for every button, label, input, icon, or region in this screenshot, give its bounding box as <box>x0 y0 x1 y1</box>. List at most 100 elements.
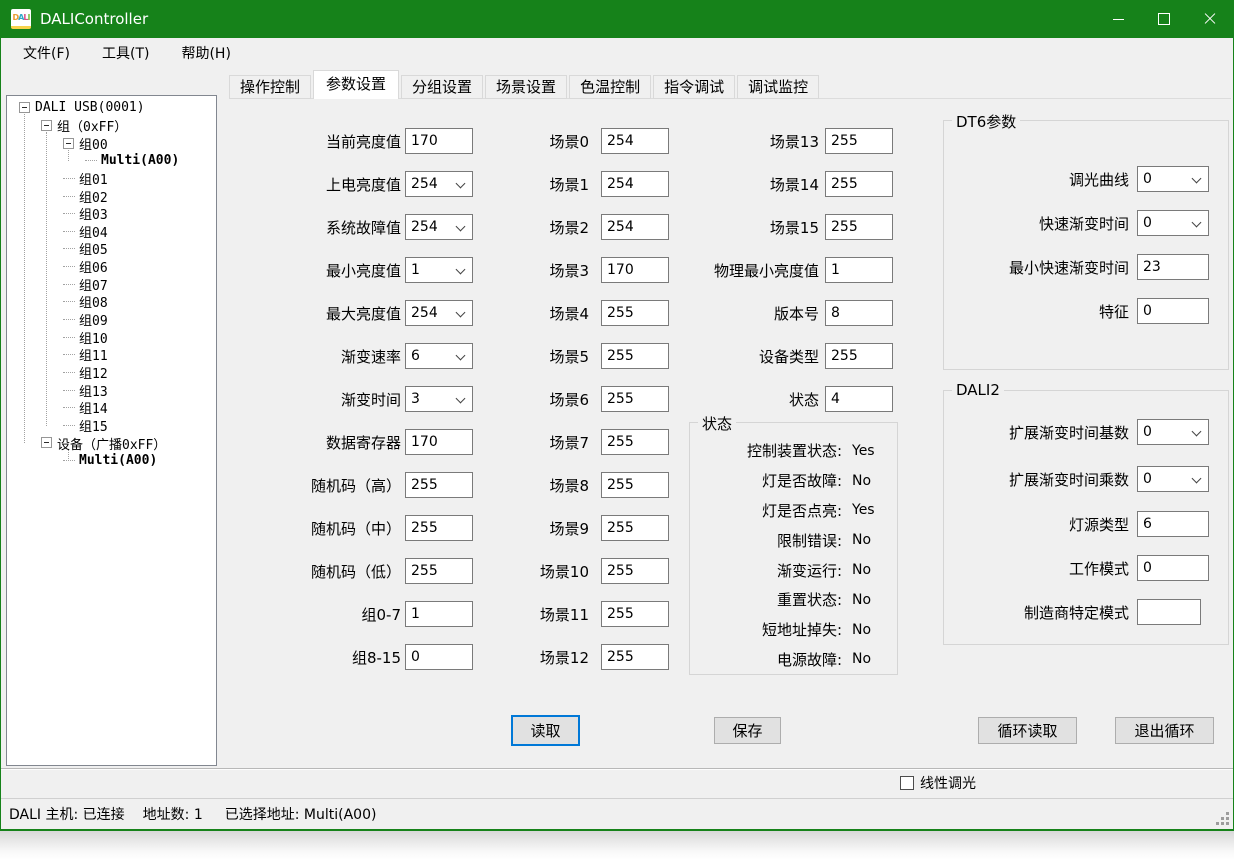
tree-item[interactable]: 组08 <box>7 293 216 311</box>
form-column-basic: 当前亮度值上电亮度值254系统故障值254最小亮度值1最大亮度值254渐变速率6… <box>269 128 473 687</box>
tree-connector <box>63 301 75 302</box>
close-button[interactable] <box>1187 0 1233 38</box>
chevron-down-icon <box>1192 474 1202 484</box>
status-row-label: 灯是否点亮: <box>690 500 842 521</box>
scene-11-input[interactable] <box>601 601 669 627</box>
scene-15-input[interactable] <box>825 214 893 240</box>
device-type-input[interactable] <box>825 343 893 369</box>
fast-fade-time-select[interactable]: 0 <box>1137 210 1209 236</box>
manufacturer-specific-mode-label: 制造商特定模式 <box>952 602 1129 623</box>
tree-connector <box>85 160 97 161</box>
tree-expander-icon[interactable] <box>41 437 52 448</box>
tree-item[interactable]: 组12 <box>7 364 216 382</box>
status-row-value: Yes <box>852 443 875 459</box>
maximize-button[interactable] <box>1141 0 1187 38</box>
scene-4-label: 场景4 <box>461 303 589 324</box>
tree-item[interactable]: 组03 <box>7 205 216 223</box>
tree-item[interactable]: 组02 <box>7 187 216 205</box>
status-row-label: 灯是否故障: <box>690 470 842 491</box>
operating-mode-input[interactable] <box>1137 555 1209 581</box>
tree-item-label: 组00 <box>79 134 108 153</box>
linear-dimming-row: 线性调光 <box>900 773 976 793</box>
tree-item[interactable]: 组14 <box>7 399 216 417</box>
scene-14-input[interactable] <box>825 171 893 197</box>
tree-item-label: 组14 <box>79 398 108 417</box>
tree-item[interactable]: 组13 <box>7 381 216 399</box>
loop-read-button[interactable]: 循环读取 <box>978 717 1077 744</box>
tab-4[interactable]: 场景设置 <box>485 75 567 99</box>
menu-item-help[interactable]: 帮助(H) <box>169 40 242 66</box>
linear-dimming-checkbox[interactable] <box>900 776 914 790</box>
chevron-down-icon <box>1192 174 1202 184</box>
minimize-button[interactable] <box>1095 0 1141 38</box>
titlebar: DALI DALIController <box>1 0 1233 38</box>
light-source-type-label: 灯源类型 <box>952 514 1129 535</box>
tree-item[interactable]: 组（0xFF） <box>7 117 216 135</box>
tab-1[interactable]: 操作控制 <box>229 75 311 99</box>
tree-expander-icon[interactable] <box>41 120 52 131</box>
tree-item[interactable]: 设备（广播0xFF） <box>7 434 216 452</box>
read-button[interactable]: 读取 <box>511 715 580 746</box>
tab-strip: 操作控制参数设置分组设置场景设置色温控制指令调试调试监控 <box>229 71 821 99</box>
tab-2[interactable]: 参数设置 <box>313 70 399 99</box>
feature-input[interactable] <box>1137 298 1209 324</box>
maximize-icon <box>1158 13 1170 25</box>
tree-connector <box>63 213 75 214</box>
min-brightness-label: 最小亮度值 <box>269 260 401 281</box>
tab-5[interactable]: 色温控制 <box>569 75 651 99</box>
tree-item[interactable]: 组01 <box>7 170 216 188</box>
random-code-low-label: 随机码（低） <box>269 561 401 582</box>
version-number-input[interactable] <box>825 300 893 326</box>
status-value-input[interactable] <box>825 386 893 412</box>
tree-expander-icon[interactable] <box>19 102 30 113</box>
scene-7-input[interactable] <box>601 429 669 455</box>
tab-6[interactable]: 指令调试 <box>653 75 735 99</box>
tree-item-label: 组13 <box>79 381 108 400</box>
tab-3[interactable]: 分组设置 <box>401 75 483 99</box>
scene-12-input[interactable] <box>601 644 669 670</box>
status-row: 短地址掉失:No <box>690 615 897 645</box>
extended-fade-time-base-select[interactable]: 0 <box>1137 419 1209 445</box>
tree-item[interactable]: 组10 <box>7 328 216 346</box>
status-groupbox: 状态 控制装置状态:Yes灯是否故障:No灯是否点亮:Yes限制错误:No渐变运… <box>689 422 898 675</box>
status-row-label: 渐变运行: <box>690 560 842 581</box>
scene-9-input[interactable] <box>601 515 669 541</box>
tree-item[interactable]: 组04 <box>7 222 216 240</box>
resize-grip-icon[interactable] <box>1215 811 1229 825</box>
extended-fade-time-multiplier-select[interactable]: 0 <box>1137 466 1209 492</box>
tree-item[interactable]: 组05 <box>7 240 216 258</box>
min-fast-fade-time-input[interactable] <box>1137 254 1209 280</box>
tree-item[interactable]: 组11 <box>7 346 216 364</box>
scene-15-label: 场景15 <box>659 217 819 238</box>
tree-item[interactable]: 组09 <box>7 311 216 329</box>
tree-item[interactable]: Multi(A00) <box>7 152 216 170</box>
scene-10-input[interactable] <box>601 558 669 584</box>
min-brightness-value: 1 <box>411 262 420 278</box>
window-controls <box>1095 0 1233 38</box>
menu-item-tools[interactable]: 工具(T) <box>90 40 161 66</box>
menu-item-file[interactable]: 文件(F) <box>11 40 82 66</box>
tree-item[interactable]: Multi(A00) <box>7 452 216 470</box>
dimming-curve-select[interactable]: 0 <box>1137 166 1209 192</box>
tab-7[interactable]: 调试监控 <box>737 75 819 99</box>
tree-item[interactable]: 组06 <box>7 258 216 276</box>
manufacturer-specific-mode-input[interactable] <box>1137 599 1201 625</box>
physical-min-brightness-input[interactable] <box>825 257 893 283</box>
status-row-label: 电源故障: <box>690 649 842 670</box>
light-source-type-input[interactable] <box>1137 511 1209 537</box>
tree-item[interactable]: 组07 <box>7 275 216 293</box>
tree-expander-icon[interactable] <box>63 138 74 149</box>
tree-item[interactable]: 组00 <box>7 134 216 152</box>
tree-connector <box>63 425 75 426</box>
dimming-curve-label: 调光曲线 <box>952 169 1129 190</box>
save-button[interactable]: 保存 <box>714 717 781 744</box>
power-on-brightness-value: 254 <box>411 176 438 192</box>
scene-8-input[interactable] <box>601 472 669 498</box>
tree-item-label: 组08 <box>79 292 108 311</box>
tree-item[interactable]: 组15 <box>7 417 216 435</box>
scene-13-input[interactable] <box>825 128 893 154</box>
tree-item[interactable]: DALI USB(0001) <box>7 99 216 117</box>
fade-time-label: 渐变时间 <box>269 389 401 410</box>
exit-loop-button[interactable]: 退出循环 <box>1115 717 1214 744</box>
fade-time-value: 3 <box>411 391 420 407</box>
